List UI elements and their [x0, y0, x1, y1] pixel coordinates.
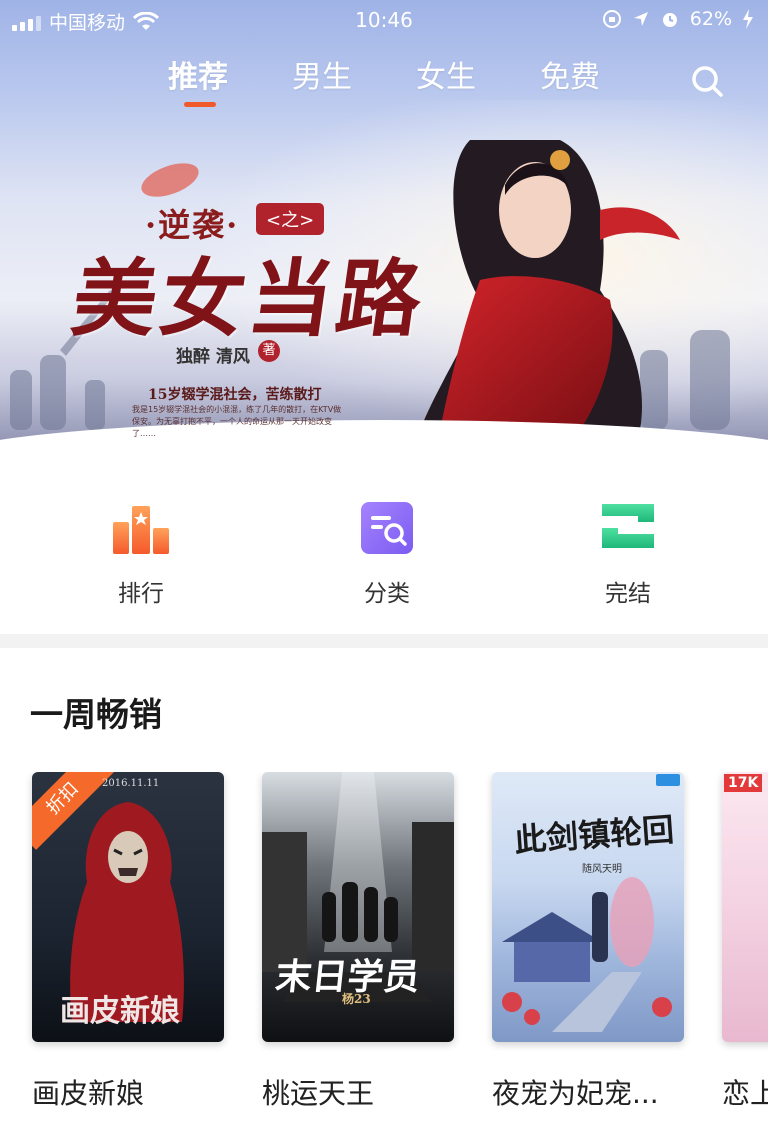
book-card[interactable]: 折扣 2016.11.11 画皮新娘 画皮新娘	[32, 772, 228, 1110]
banner-tagline: 15岁辍学混社会，苦练散打	[148, 387, 322, 403]
carousel-dot-active	[355, 432, 371, 440]
book-card[interactable]: 末日学员 杨23 桃运天王	[262, 772, 458, 1110]
carousel-dot	[379, 432, 387, 440]
book-title[interactable]: 夜宠为妃宠...	[492, 1072, 659, 1112]
cover-author: 杨23	[342, 992, 371, 1006]
book-cover[interactable]: 17K	[722, 772, 768, 1042]
cover-date: 2016.11.11	[102, 778, 160, 789]
hero-banner-area: ·逆袭· <之> 美女当路 独醉 清风 著 15岁辍学混社会，苦练散打 我是15…	[0, 0, 768, 450]
search-icon[interactable]	[690, 64, 724, 98]
book-title[interactable]: 恋上	[722, 1072, 768, 1112]
book-title[interactable]: 画皮新娘	[32, 1072, 144, 1112]
book-carousel[interactable]: 折扣 2016.11.11 画皮新娘 画皮新娘 末日学员 杨23 桃运天王 此剑…	[0, 772, 768, 1121]
ranking-label: 排行	[118, 581, 164, 607]
section-title: 一周畅销	[30, 695, 162, 734]
book-cover[interactable]: 末日学员 杨23	[262, 772, 454, 1042]
carousel-dot	[395, 432, 403, 440]
book-cover[interactable]: 折扣 2016.11.11 画皮新娘	[32, 772, 224, 1042]
cover-author: 随风天明	[582, 864, 622, 875]
alarm-icon	[662, 13, 677, 27]
banner-tag: <之>	[256, 203, 325, 235]
carousel-indicator	[355, 432, 403, 440]
banner-author: 独醉 清风	[176, 347, 250, 367]
tab-female[interactable]: 女生	[416, 52, 476, 96]
quick-entry-bar: 排行 分类 完结	[0, 490, 768, 610]
banner-title: 美女当路	[66, 249, 433, 348]
completed-entry[interactable]: 完结	[558, 490, 698, 608]
completed-icon	[602, 504, 654, 548]
category-entry[interactable]: 分类	[317, 490, 457, 608]
banner-description: 我是15岁辍学混社会的小混混，练了几年的散打，在KTV做保安。为无辜打抱不平，一…	[132, 405, 342, 438]
ranking-entry[interactable]: 排行	[71, 490, 211, 608]
charging-icon	[743, 9, 753, 29]
tab-male[interactable]: 男生	[292, 52, 352, 96]
book-cover[interactable]: 此剑镇轮回 随风天明	[492, 772, 684, 1042]
ranking-icon	[113, 506, 169, 554]
banner-author-mark: 著	[258, 340, 280, 362]
book-card[interactable]: 17K 恋上	[722, 772, 768, 1110]
tab-recommend[interactable]: 推荐	[168, 52, 228, 96]
tab-free[interactable]: 免费	[540, 52, 600, 96]
category-label: 分类	[364, 581, 410, 607]
category-icon	[361, 502, 413, 554]
location-icon	[633, 12, 648, 26]
cover-title: 画皮新娘	[60, 994, 180, 1029]
battery-percent: 62%	[689, 8, 732, 30]
active-tab-indicator	[184, 102, 216, 107]
cover-publisher-mark: 17K	[724, 774, 763, 792]
book-card[interactable]: 此剑镇轮回 随风天明 夜宠为妃宠...	[492, 772, 688, 1110]
status-bar: 中国移动 10:46 62%	[0, 0, 768, 40]
completed-label: 完结	[605, 581, 651, 607]
book-title[interactable]: 桃运天王	[262, 1072, 374, 1112]
top-tabs: 推荐 男生 女生 免费	[0, 52, 768, 112]
section-divider	[0, 634, 768, 648]
rotation-lock-icon	[602, 10, 621, 28]
